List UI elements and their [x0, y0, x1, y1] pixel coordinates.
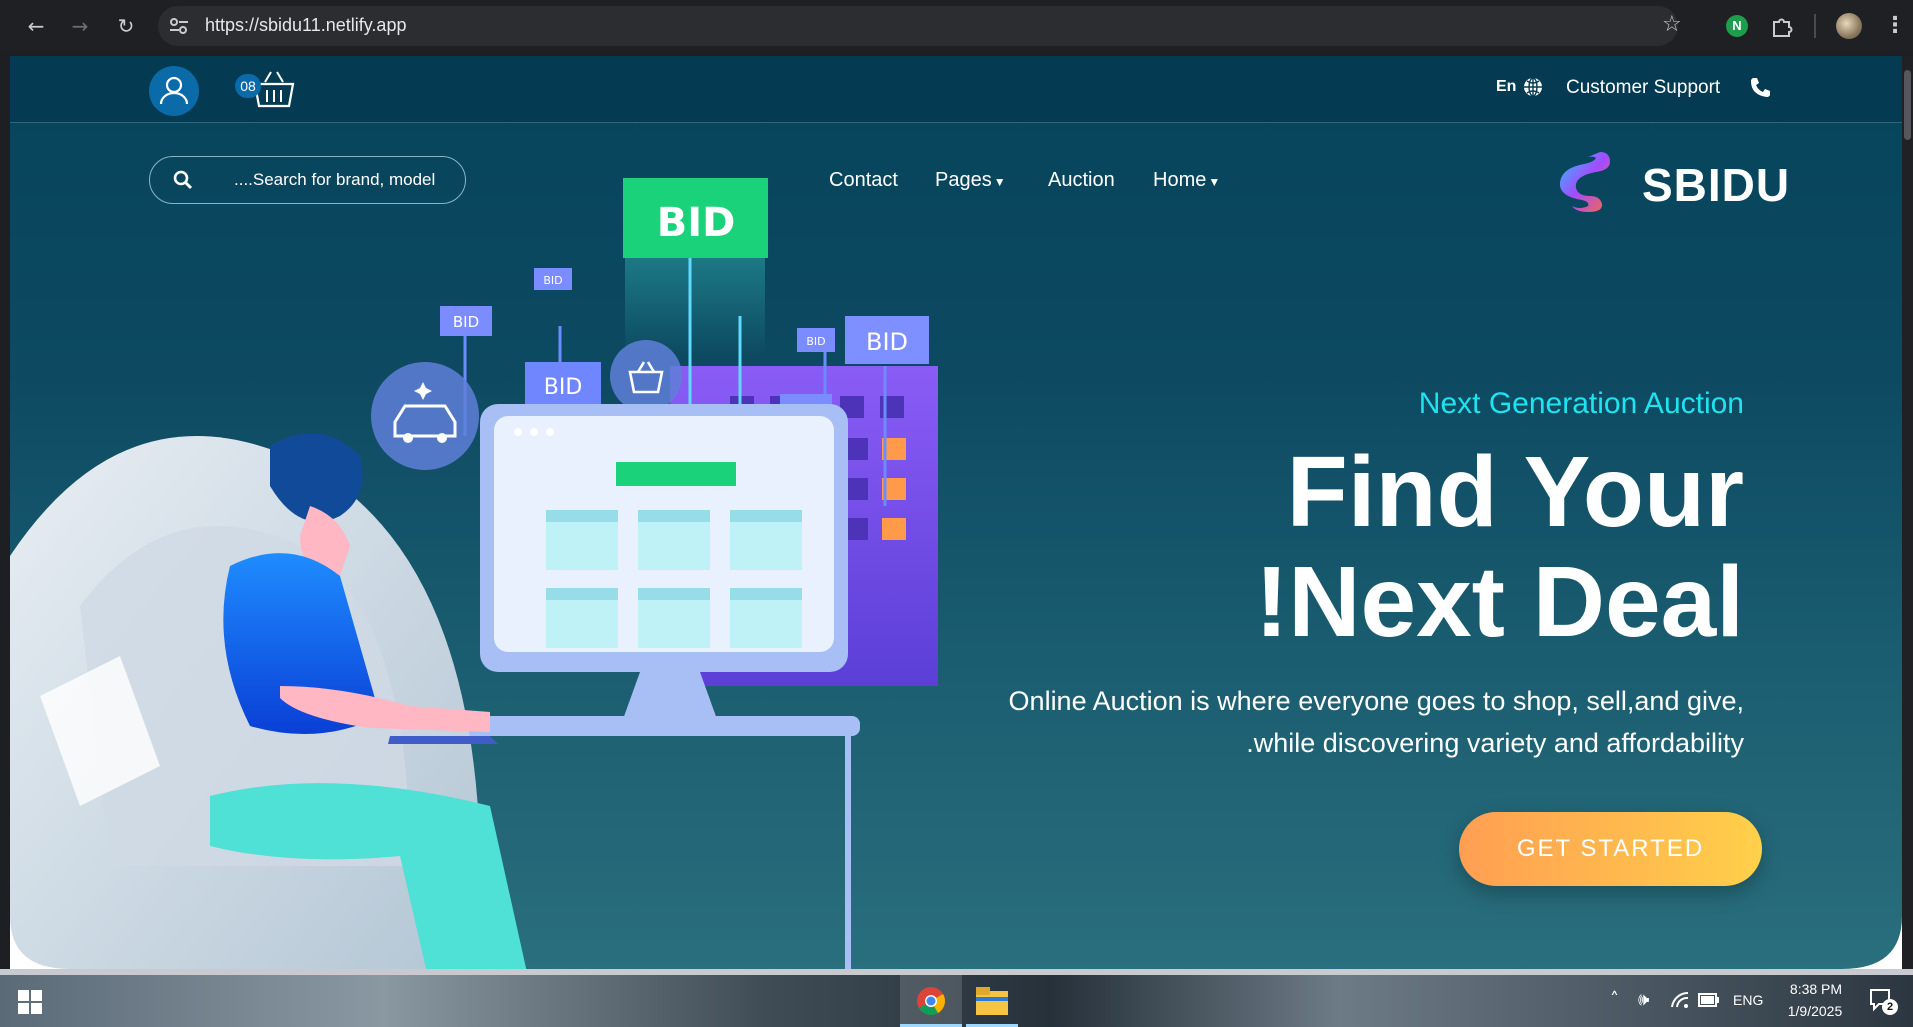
hero-illustration: BID BID BID BID BID BID BID [10, 178, 938, 969]
customer-support-link[interactable]: Customer Support [1566, 77, 1720, 99]
language-label[interactable]: En [1496, 78, 1516, 96]
phone-icon[interactable] [1748, 76, 1770, 98]
svg-text:BID: BID [806, 335, 825, 348]
clock-time[interactable]: 8:38 PM [1786, 981, 1846, 997]
site-logo[interactable]: SBIDU [1560, 146, 1789, 216]
extensions-icon[interactable] [1770, 14, 1794, 38]
site-info-icon[interactable] [168, 16, 190, 36]
svg-text:BID: BID [866, 328, 908, 356]
chevron-up-icon[interactable]: ˄ [1610, 989, 1619, 1010]
caret-down-icon: ▼ [1208, 175, 1221, 189]
cart-count-badge: 08 [235, 74, 261, 98]
nav-home-label: Home [1153, 169, 1207, 191]
wifi-icon[interactable] [1670, 991, 1690, 1009]
svg-text:BID: BID [543, 274, 562, 287]
logo-text: SBIDU [1642, 159, 1791, 211]
taskbar-explorer-button[interactable] [966, 975, 1018, 1027]
forward-icon[interactable]: → [66, 12, 94, 40]
notifications-button[interactable]: 2 [1868, 987, 1898, 1015]
windows-start-icon[interactable] [18, 990, 42, 1014]
scrollbar-thumb[interactable] [1904, 70, 1911, 140]
taskbar: ˄ 🕪 ENG 8:38 PM 1/9/2025 2 [0, 975, 1913, 1027]
hero-title-line1: Find Your [1286, 436, 1744, 548]
logo-mark-icon [1560, 152, 1610, 212]
page-viewport: 08 En Customer Support ....Search for br… [10, 56, 1902, 969]
battery-icon[interactable] [1698, 993, 1720, 1007]
profile-avatar[interactable] [1836, 13, 1862, 39]
volume-icon[interactable]: 🕪 [1638, 989, 1649, 1010]
get-started-button[interactable]: GET STARTED [1459, 812, 1762, 886]
folder-icon [976, 987, 1008, 1015]
clock-date[interactable]: 1/9/2025 [1780, 1003, 1850, 1019]
hero-description-line1: Online Auction is where everyone goes to… [1008, 686, 1744, 716]
url-text[interactable]: https://sbidu11.netlify.app [205, 15, 406, 36]
cart-button[interactable]: 08 [235, 64, 301, 114]
basket-bubble [610, 340, 682, 412]
reload-icon[interactable]: ↻ [112, 12, 140, 40]
back-icon[interactable]: ← [22, 12, 50, 40]
notification-count-badge: 2 [1882, 999, 1898, 1015]
taskbar-chrome-button[interactable] [900, 975, 962, 1027]
nav-auction[interactable]: Auction [1048, 169, 1115, 192]
globe-icon[interactable] [1522, 76, 1544, 98]
browser-toolbar: ← → ↻ https://sbidu11.netlify.app ☆ N ⋮ [0, 0, 1913, 52]
hero-description-line2: .while discovering variety and affordabi… [1246, 728, 1744, 758]
extension-n-icon[interactable]: N [1726, 15, 1748, 37]
menu-dots-icon[interactable]: ⋮ [1884, 12, 1906, 40]
user-account-button[interactable] [149, 66, 199, 116]
nav-home[interactable]: Home ▼ [1153, 169, 1220, 192]
star-icon[interactable]: ☆ [1662, 12, 1682, 37]
hero-kicker: Next Generation Auction [1418, 387, 1744, 420]
page-scrollbar[interactable] [1902, 56, 1913, 969]
top-utility-bar: 08 En Customer Support [10, 56, 1902, 123]
svg-text:BID: BID [453, 313, 479, 331]
svg-text:BID: BID [544, 375, 583, 400]
car-bubble [371, 362, 479, 470]
svg-text:BID: BID [657, 200, 736, 246]
input-language[interactable]: ENG [1733, 992, 1763, 1008]
toolbar-divider [1814, 14, 1816, 38]
user-icon [159, 76, 189, 105]
hero-bottom-curve [10, 916, 1902, 969]
caret-down-icon: ▼ [993, 175, 1006, 189]
chrome-icon [917, 987, 945, 1015]
hero-title-line2: !Next Deal [1254, 546, 1744, 658]
